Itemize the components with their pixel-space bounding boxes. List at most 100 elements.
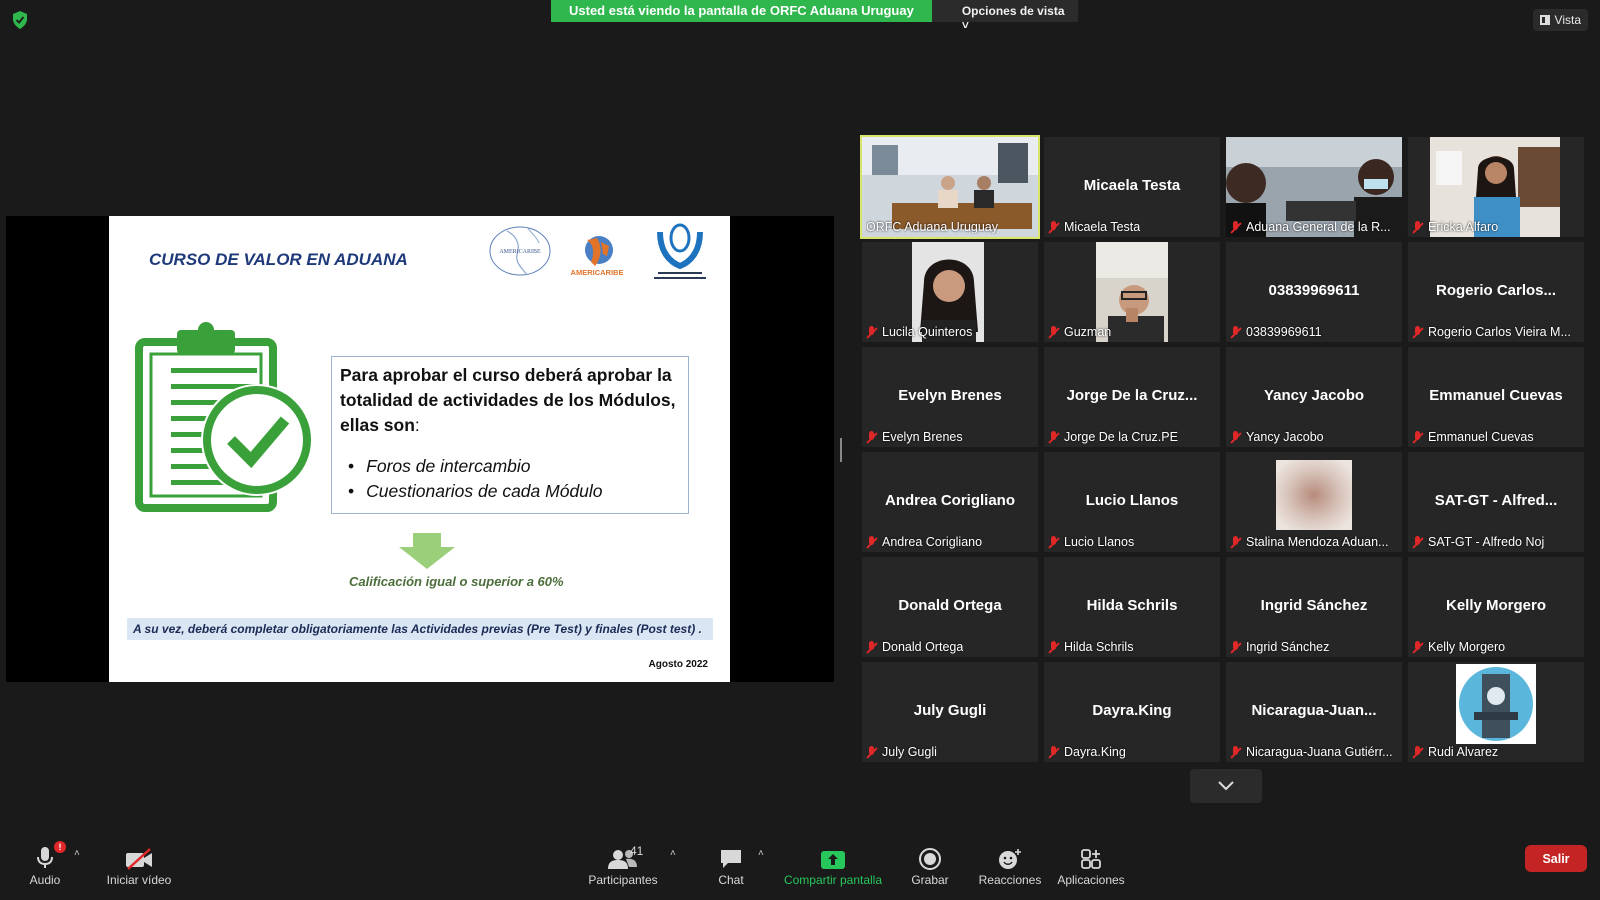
muted-microphone-icon: [1412, 325, 1424, 339]
participant-tile[interactable]: Micaela Testa Micaela Testa: [1044, 137, 1220, 237]
participant-tile[interactable]: Aduana General de la R...: [1226, 137, 1402, 237]
participant-name-label: Aduana General de la R...: [1230, 220, 1391, 234]
participant-tile[interactable]: Ericka Alfaro: [1408, 137, 1584, 237]
participant-name-label: Dayra.King: [1048, 745, 1126, 759]
participant-tile[interactable]: Donald Ortega Donald Ortega: [862, 557, 1038, 657]
meeting-toolbar: ! Audio ˄ Iniciar vídeo 41 Participantes…: [0, 830, 1600, 900]
participant-tile[interactable]: Lucio Llanos Lucio Llanos: [1044, 452, 1220, 552]
apps-button[interactable]: Aplicaciones: [1056, 844, 1126, 887]
participant-display-name: July Gugli: [913, 702, 987, 719]
participant-name: Guzman: [1064, 325, 1112, 339]
participant-tile[interactable]: Kelly Morgero Kelly Morgero: [1408, 557, 1584, 657]
participant-tile[interactable]: July Gugli July Gugli: [862, 662, 1038, 762]
participant-display-name: Emmanuel Cuevas: [1429, 387, 1563, 404]
participant-name: SAT-GT - Alfredo Noj: [1428, 535, 1545, 549]
participant-display-name: Dayra.King: [1092, 702, 1172, 719]
muted-microphone-icon: [1230, 325, 1242, 339]
participant-tile[interactable]: Yancy Jacobo Yancy Jacobo: [1226, 347, 1402, 447]
muted-microphone-icon: [866, 745, 878, 759]
chat-bubble-icon: [721, 850, 741, 868]
view-options-dropdown[interactable]: Opciones de vista ˅: [931, 0, 1078, 32]
slide-requirements-box: Para aprobar el curso deberá aprobar la …: [331, 356, 689, 514]
muted-microphone-icon: [1230, 640, 1242, 654]
participant-display-name: Jorge De la Cruz...: [1066, 387, 1198, 404]
muted-microphone-icon: [1048, 745, 1060, 759]
participant-tile[interactable]: Emmanuel Cuevas Emmanuel Cuevas: [1408, 347, 1584, 447]
participant-name: 03839969611: [1246, 325, 1322, 339]
participant-display-name: Kelly Morgero: [1445, 597, 1547, 614]
audio-options-caret-icon[interactable]: ˄: [74, 848, 80, 859]
participant-tile[interactable]: Jorge De la Cruz... Jorge De la Cruz.PE: [1044, 347, 1220, 447]
muted-microphone-icon: [866, 640, 878, 654]
participant-display-name: Donald Ortega: [898, 597, 1002, 614]
audio-button[interactable]: ! Audio: [28, 841, 66, 887]
participant-tile[interactable]: Rudi Alvarez: [1408, 662, 1584, 762]
participant-tile[interactable]: Rogerio Carlos... Rogerio Carlos Vieira M…: [1408, 242, 1584, 342]
participant-tile[interactable]: Lucila Quinteros: [862, 242, 1038, 342]
participant-display-name: 03839969611: [1268, 282, 1360, 299]
participant-name: Rudi Alvarez: [1428, 745, 1499, 759]
participant-tile[interactable]: 03839969611 03839969611: [1226, 242, 1402, 342]
muted-microphone-icon: [1048, 325, 1060, 339]
arrow-down-icon: [399, 533, 455, 569]
security-shield-icon[interactable]: [12, 11, 28, 29]
slide-title: CURSO DE VALOR EN ADUANA: [149, 250, 408, 269]
participant-tile[interactable]: Ingrid Sánchez Ingrid Sánchez: [1226, 557, 1402, 657]
chat-options-caret-icon[interactable]: ˄: [758, 848, 764, 859]
participant-tile[interactable]: Evelyn Brenes Evelyn Brenes: [862, 347, 1038, 447]
muted-microphone-icon: [1412, 430, 1424, 444]
chat-button[interactable]: Chat: [716, 844, 746, 887]
participant-name-label: Lucila Quinteros: [866, 325, 972, 339]
participant-display-name: Nicaragua-Juan...: [1251, 702, 1377, 719]
participant-name: Nicaragua-Juana Gutiérr...: [1246, 745, 1393, 759]
participant-name-label: Evelyn Brenes: [866, 430, 963, 444]
participant-name: Kelly Morgero: [1428, 640, 1506, 654]
shared-screen: CURSO DE VALOR EN ADUANA AMERICARIBE AME…: [6, 216, 834, 682]
share-screen-button[interactable]: Compartir pantalla: [782, 844, 884, 887]
participant-name: Rogerio Carlos Vieira M...: [1428, 325, 1571, 339]
participants-options-caret-icon[interactable]: ˄: [670, 848, 676, 859]
participants-button[interactable]: 41 Participantes: [586, 844, 660, 887]
participant-tile[interactable]: Guzman: [1044, 242, 1220, 342]
reactions-button[interactable]: Reacciones: [978, 844, 1042, 887]
participant-name: Jorge De la Cruz.PE: [1064, 430, 1178, 444]
participant-name-label: Hilda Schrils: [1048, 640, 1133, 654]
gallery-next-page-button[interactable]: [1190, 769, 1262, 803]
gallery-view-icon: [1539, 15, 1550, 25]
muted-microphone-icon: [1048, 640, 1060, 654]
participants-count: 41: [630, 844, 644, 858]
record-button[interactable]: Grabar: [910, 844, 950, 887]
participant-name-label: Lucio Llanos: [1048, 535, 1134, 549]
participant-name: Andrea Corigliano: [882, 535, 983, 549]
participant-tile[interactable]: Andrea Corigliano Andrea Corigliano: [862, 452, 1038, 552]
participant-display-name: Micaela Testa: [1083, 177, 1181, 194]
participant-tile[interactable]: ORFC Aduana Uruguay: [860, 135, 1040, 239]
share-screen-icon: [821, 851, 845, 869]
participant-display-name: SAT-GT - Alfred...: [1434, 492, 1558, 509]
participant-tile[interactable]: Nicaragua-Juan... Nicaragua-Juana Gutiérr…: [1226, 662, 1402, 762]
participant-tile[interactable]: SAT-GT - Alfred... SAT-GT - Alfredo Noj: [1408, 452, 1584, 552]
leave-meeting-button[interactable]: Salir: [1525, 845, 1587, 872]
participant-name: Ericka Alfaro: [1428, 220, 1499, 234]
muted-microphone-icon: [1230, 535, 1242, 549]
list-item: Foros de intercambio: [348, 454, 680, 479]
participant-display-name: Evelyn Brenes: [898, 387, 1002, 404]
mandatory-activities-note: A su vez, deberá completar obligatoriame…: [127, 618, 713, 640]
participant-tile[interactable]: Dayra.King Dayra.King: [1044, 662, 1220, 762]
apps-label: Aplicaciones: [1057, 873, 1125, 887]
reactions-label: Reacciones: [978, 873, 1042, 887]
record-icon: [919, 848, 941, 870]
participant-name: July Gugli: [882, 745, 937, 759]
participant-tile[interactable]: Hilda Schrils Hilda Schrils: [1044, 557, 1220, 657]
apps-icon: [1081, 849, 1101, 869]
participant-tile[interactable]: Stalina Mendoza Aduan...: [1226, 452, 1402, 552]
panel-resize-handle[interactable]: [840, 438, 842, 462]
chevron-down-icon: [1218, 781, 1234, 791]
participant-name: ORFC Aduana Uruguay: [866, 220, 999, 234]
americaribe-globe-logo: AMERICARIBE: [489, 226, 551, 276]
audio-label: Audio: [29, 873, 61, 887]
start-video-button[interactable]: Iniciar vídeo: [104, 844, 174, 887]
participant-name-label: 03839969611: [1230, 325, 1322, 339]
view-button[interactable]: Vista: [1532, 9, 1588, 31]
muted-microphone-icon: [866, 325, 878, 339]
